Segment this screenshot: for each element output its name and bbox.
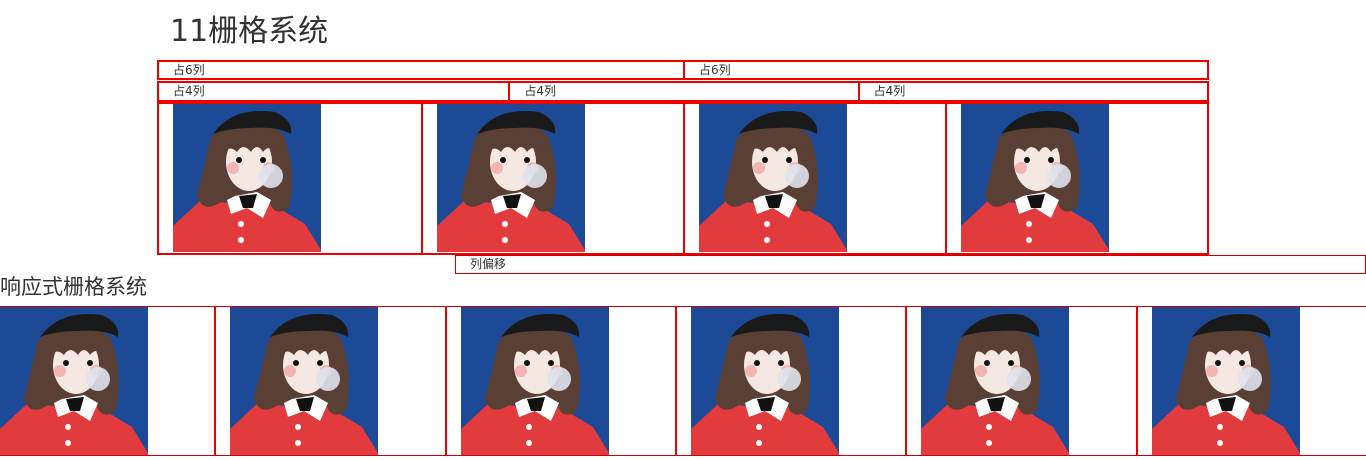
grid-col-3: [421, 104, 683, 253]
grid-col-4: 占4列: [508, 83, 857, 100]
section-title: 响应式栅格系统: [0, 275, 147, 299]
girl-illustration-image: [230, 307, 378, 455]
grid-col-6: 占6列: [683, 62, 1207, 78]
responsive-col: [0, 307, 214, 455]
column-offset-box: 列偏移: [455, 255, 1366, 274]
responsive-col: [444, 307, 675, 455]
grid-col-6: 占6列: [173, 63, 205, 77]
responsive-col: [1135, 307, 1366, 455]
girl-illustration-image: [921, 307, 1069, 455]
girl-illustration-image: [461, 307, 609, 455]
responsive-grid-row: [0, 306, 1366, 456]
page-title: 11栅格系统: [170, 14, 329, 49]
responsive-col: [905, 307, 1135, 455]
responsive-col: [214, 307, 444, 455]
grid-row-four: 占4列 占4列 占4列: [157, 81, 1209, 102]
girl-illustration-image: [961, 104, 1109, 252]
grid-col-4: 占4列: [857, 83, 1207, 100]
grid-col-3: [159, 104, 421, 253]
girl-illustration-image: [437, 104, 585, 252]
girl-illustration-image: [699, 104, 847, 252]
grid-row-images: [157, 102, 1209, 255]
responsive-col: [674, 307, 905, 455]
grid-col-3: [945, 104, 1207, 253]
girl-illustration-image: [691, 307, 839, 455]
girl-illustration-image: [1152, 307, 1300, 455]
grid-col-4: 占4列: [173, 84, 205, 98]
girl-illustration-image: [173, 104, 321, 252]
grid-col-3: [683, 104, 945, 253]
grid-row-six: 占6列 占6列: [157, 60, 1209, 80]
girl-illustration-image: [0, 307, 148, 455]
